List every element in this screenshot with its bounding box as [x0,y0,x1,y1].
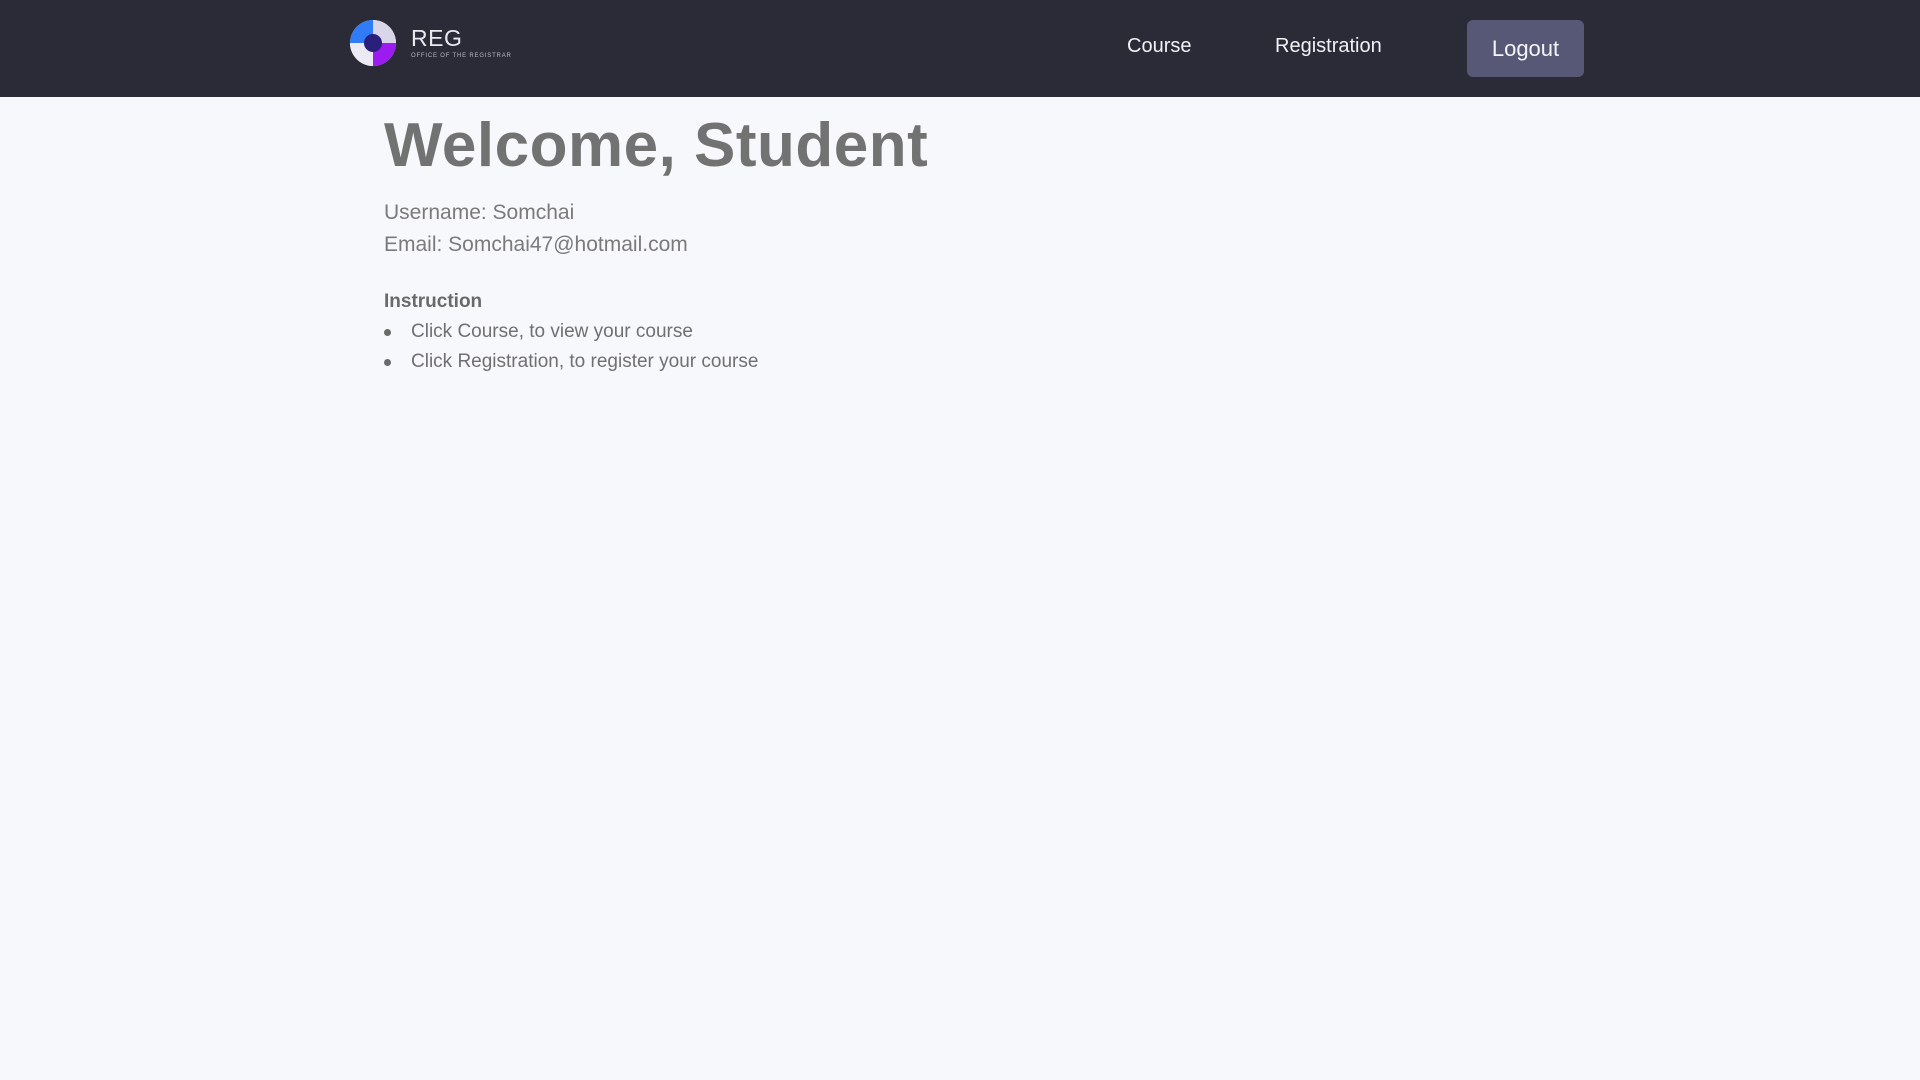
brand-title: REG [411,25,463,51]
nav-registration-link[interactable]: Registration [1275,34,1382,58]
instruction-item-text: Click Registration, to register your cou… [411,351,759,372]
page-title: Welcome, Student [384,111,929,180]
username-text: Username: Somchai [384,201,575,224]
user-info: Username: Somchai Email: Somchai47@hotma… [384,197,1484,261]
instruction-item: Click Course, to view your course [384,317,1484,347]
instruction-item-text: Click Course, to view your course [411,321,693,342]
instruction-list: Click Course, to view your course Click … [384,317,1484,377]
instruction-item: Click Registration, to register your cou… [384,347,1484,377]
logout-button[interactable]: Logout [1467,20,1584,77]
email-text: Email: Somchai47@hotmail.com [384,233,688,256]
instruction-heading: Instruction [384,291,483,312]
main-content: Welcome, Student Username: Somchai Email… [384,106,1484,377]
bullet-icon [384,359,391,366]
reg-logo-icon [350,20,396,66]
nav-course-link[interactable]: Course [1127,34,1191,58]
top-navbar: REG OFFICE OF THE REGISTRAR Course Regis… [0,0,1920,97]
brand-subtitle: OFFICE OF THE REGISTRAR [411,53,512,59]
brand-logo-link[interactable]: REG OFFICE OF THE REGISTRAR [349,19,512,67]
bullet-icon [384,329,391,336]
